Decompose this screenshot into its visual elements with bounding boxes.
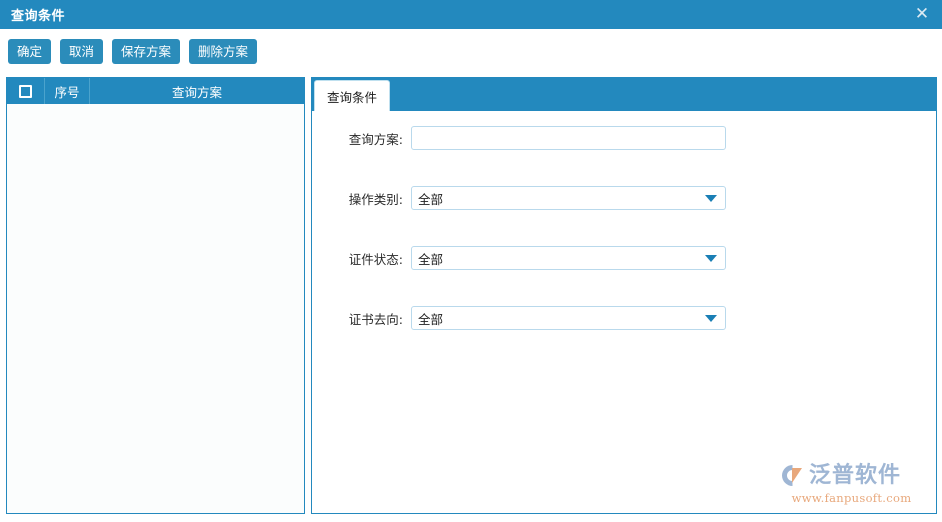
label-operation-category: 操作类别: [312, 189, 411, 208]
watermark-url: www.fanpusoft.com [779, 491, 924, 505]
label-certificate-destination: 证书去向: [312, 309, 411, 328]
watermark-brand-text: 泛普软件 [809, 465, 901, 487]
save-scheme-button[interactable]: 保存方案 [112, 39, 180, 64]
label-certificate-status: 证件状态: [312, 249, 411, 268]
column-header-seq[interactable]: 序号 [45, 78, 90, 104]
query-scheme-input[interactable] [411, 126, 726, 150]
cancel-button[interactable]: 取消 [60, 39, 103, 64]
scheme-list-panel: 序号 查询方案 [6, 77, 305, 514]
row-gap-3 [312, 273, 936, 303]
tab-query-conditions[interactable]: 查询条件 [314, 80, 390, 111]
select-all-header-cell [7, 78, 45, 104]
certificate-destination-select[interactable]: 全部 [411, 306, 726, 330]
form-row-certificate-destination: 证书去向: 全部 [312, 303, 936, 333]
row-gap-2 [312, 213, 936, 243]
form-row-query-scheme: 查询方案: [312, 123, 936, 153]
select-all-checkbox[interactable] [19, 85, 32, 98]
query-conditions-panel: 查询条件 查询方案: 操作类别: 全部 证件 [311, 77, 937, 514]
certificate-status-value: 全部 [418, 249, 705, 268]
row-gap-1 [312, 153, 936, 183]
chevron-down-icon [705, 195, 717, 202]
title-bar: 查询条件 ✕ [0, 0, 942, 29]
chevron-down-icon [705, 255, 717, 262]
operation-category-select[interactable]: 全部 [411, 186, 726, 210]
scheme-list-body[interactable] [7, 104, 304, 513]
operation-category-value: 全部 [418, 189, 705, 208]
toolbar: 确定 取消 保存方案 删除方案 [0, 29, 942, 74]
form-row-operation-category: 操作类别: 全部 [312, 183, 936, 213]
certificate-status-select[interactable]: 全部 [411, 246, 726, 270]
fanpu-logo-icon [779, 462, 806, 489]
column-header-scheme-name[interactable]: 查询方案 [90, 78, 304, 104]
scheme-list-header: 序号 查询方案 [7, 78, 304, 104]
window-title: 查询条件 [0, 5, 65, 24]
label-query-scheme: 查询方案: [312, 129, 411, 148]
query-conditions-dialog: 查询条件 ✕ 确定 取消 保存方案 删除方案 序号 查询方案 查询条件 查询方案… [0, 0, 942, 522]
watermark-brand-row: 泛普软件 [779, 462, 924, 489]
delete-scheme-button[interactable]: 删除方案 [189, 39, 257, 64]
form-body: 查询方案: 操作类别: 全部 证件状态: 全部 [312, 111, 936, 513]
field-query-scheme [411, 126, 726, 150]
certificate-destination-value: 全部 [418, 309, 705, 328]
watermark: 泛普软件 www.fanpusoft.com [779, 462, 924, 505]
close-icon[interactable]: ✕ [902, 0, 942, 29]
tab-strip: 查询条件 [312, 78, 936, 111]
chevron-down-icon [705, 315, 717, 322]
form-row-certificate-status: 证件状态: 全部 [312, 243, 936, 273]
confirm-button[interactable]: 确定 [8, 39, 51, 64]
